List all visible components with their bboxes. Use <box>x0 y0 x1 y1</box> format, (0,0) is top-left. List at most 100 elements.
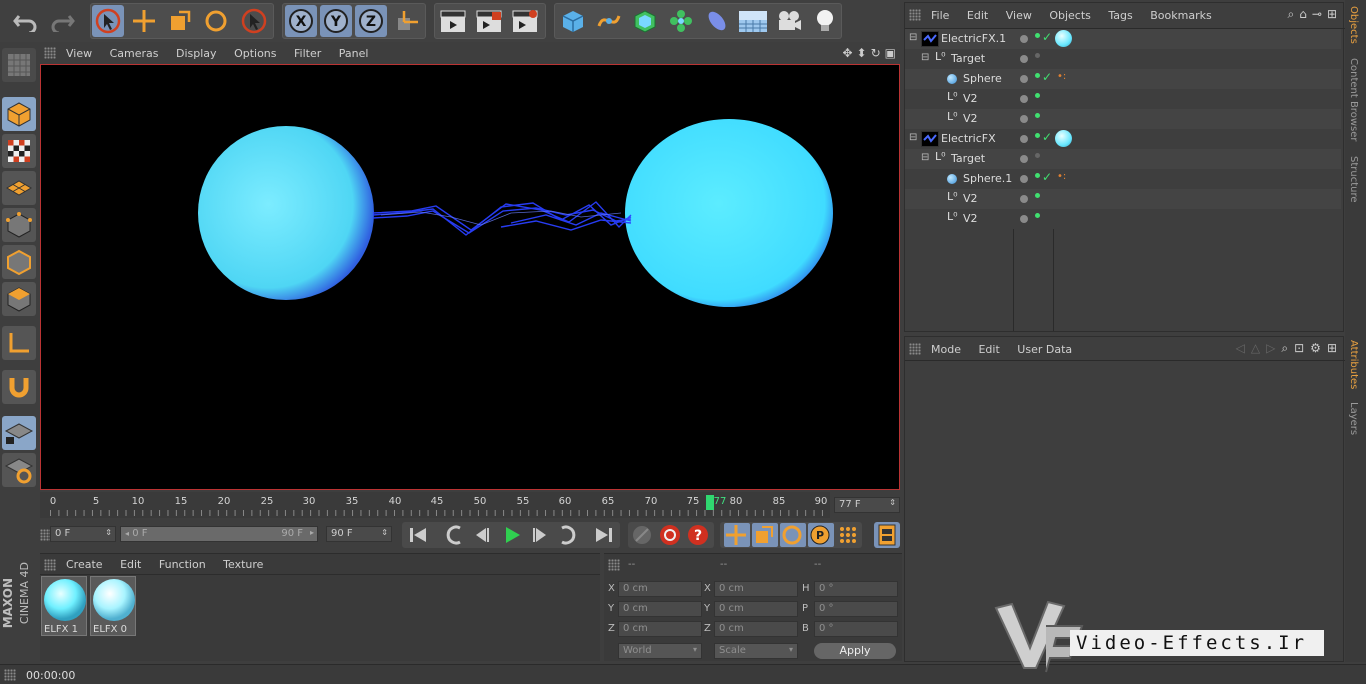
visibility-dot[interactable] <box>1020 55 1028 63</box>
points-mode-button[interactable] <box>2 208 36 242</box>
coordinate-system-button[interactable] <box>391 5 423 37</box>
next-frame-button[interactable] <box>526 523 554 547</box>
attributes-menu-mode[interactable]: Mode <box>931 343 961 356</box>
home-icon[interactable]: ⌂ <box>1299 7 1307 22</box>
visibility-dot[interactable] <box>1020 175 1028 183</box>
material-swatch[interactable]: ELFX 1 <box>41 576 87 636</box>
model-mode-button[interactable] <box>2 97 36 131</box>
mograph-button[interactable] <box>665 5 697 37</box>
last-tool-button[interactable] <box>238 5 270 37</box>
object-row-target[interactable]: ⊟ L⁰ Target <box>905 149 1341 169</box>
frame-range-slider[interactable]: ◂ 0 F 90 F ▸ <box>120 526 318 542</box>
cube-object-button[interactable] <box>557 5 589 37</box>
rotate-view-icon[interactable]: ↻ <box>871 46 881 60</box>
size-x-field[interactable]: 0 cm <box>714 581 798 597</box>
object-row-target[interactable]: ⊟ L⁰ Target <box>905 49 1341 69</box>
editor-visibility-dot[interactable] <box>1035 53 1040 58</box>
prev-frame-button[interactable] <box>468 523 496 547</box>
apply-button[interactable]: Apply <box>814 643 896 659</box>
zoom-view-icon[interactable]: ⬍ <box>857 46 867 60</box>
lock-icon[interactable]: ⊡ <box>1294 341 1304 356</box>
tab-layers[interactable]: Layers <box>1348 402 1359 435</box>
lock-workplane-button[interactable] <box>2 416 36 450</box>
viewport-menu-cameras[interactable]: Cameras <box>110 47 159 60</box>
enabled-check-icon[interactable]: ✓ <box>1042 70 1052 84</box>
tab-content-browser[interactable]: Content Browser <box>1348 58 1359 141</box>
deformer-button[interactable] <box>701 5 733 37</box>
visibility-dot[interactable] <box>1020 75 1028 83</box>
viewport-canvas[interactable] <box>40 64 900 490</box>
viewport-menu-display[interactable]: Display <box>176 47 217 60</box>
render-settings-button[interactable] <box>509 5 541 37</box>
object-row-v2[interactable]: L⁰ V2 <box>905 209 1341 229</box>
panel-grip[interactable] <box>608 559 620 571</box>
current-frame-field[interactable]: 77 F ⇕ <box>834 497 900 513</box>
object-row-electricfx1[interactable]: ⊟ ElectricFX.1 ✓ <box>905 29 1341 49</box>
attributes-menu-edit[interactable]: Edit <box>978 343 999 356</box>
collapse-icon[interactable]: ⊟ <box>921 152 929 163</box>
viewport-menu-panel[interactable]: Panel <box>339 47 369 60</box>
move-view-icon[interactable]: ✥ <box>842 46 852 60</box>
editor-visibility-dot[interactable] <box>1035 133 1040 138</box>
material-menu-function[interactable]: Function <box>159 558 206 571</box>
keyframe-selection-button[interactable]: ? <box>686 523 712 547</box>
objects-menu-view[interactable]: View <box>1006 9 1032 22</box>
viewport-menu-options[interactable]: Options <box>234 47 276 60</box>
tab-attributes[interactable]: Attributes <box>1348 340 1359 389</box>
undo-button[interactable] <box>10 5 42 37</box>
texture-mode-button[interactable] <box>2 134 36 168</box>
axis-mode-button[interactable] <box>2 326 36 360</box>
edges-mode-button[interactable] <box>2 245 36 279</box>
key-scale-button[interactable] <box>752 523 778 547</box>
camera-button[interactable] <box>773 5 805 37</box>
editor-visibility-dot[interactable] <box>1035 113 1040 118</box>
prev-key-button[interactable] <box>440 523 468 547</box>
editor-visibility-dot[interactable] <box>1035 33 1040 38</box>
goto-start-button[interactable] <box>404 523 432 547</box>
key-position-button[interactable] <box>724 523 750 547</box>
editor-visibility-dot[interactable] <box>1035 193 1040 198</box>
position-y-field[interactable]: 0 cm <box>618 601 702 617</box>
enabled-check-icon[interactable]: ✓ <box>1042 170 1052 184</box>
collapse-icon[interactable]: ⊟ <box>909 132 917 143</box>
maximize-view-icon[interactable]: ▣ <box>885 46 896 60</box>
end-frame-field[interactable]: 90 F ⇕ <box>326 526 392 542</box>
enabled-check-icon[interactable]: ✓ <box>1042 30 1052 44</box>
play-button[interactable] <box>498 523 526 547</box>
record-keys-button[interactable] <box>630 523 656 547</box>
rotate-button[interactable] <box>200 5 232 37</box>
render-view-button[interactable] <box>437 5 469 37</box>
panel-grip[interactable] <box>909 343 921 355</box>
panel-grip[interactable] <box>44 47 56 59</box>
generator-button[interactable] <box>629 5 661 37</box>
objects-menu-edit[interactable]: Edit <box>967 9 988 22</box>
objects-menu-file[interactable]: File <box>931 9 949 22</box>
live-selection-button[interactable] <box>92 5 124 37</box>
y-axis-button[interactable]: Y <box>320 5 352 37</box>
key-pla-button[interactable] <box>836 523 862 547</box>
material-menu-texture[interactable]: Texture <box>223 558 263 571</box>
visibility-dot[interactable] <box>1020 195 1028 203</box>
back-arrow-icon[interactable]: ◁ <box>1236 341 1245 356</box>
sphere-right[interactable] <box>625 119 833 307</box>
collapse-icon[interactable]: ⊟ <box>909 32 917 43</box>
start-frame-field[interactable]: 0 F ⇕ <box>50 526 116 542</box>
material-swatch[interactable]: ELFX 0 <box>90 576 136 636</box>
polygons-mode-button[interactable] <box>2 282 36 316</box>
next-key-button[interactable] <box>554 523 582 547</box>
object-row-v2[interactable]: L⁰ V2 <box>905 109 1341 129</box>
object-row-v2[interactable]: L⁰ V2 <box>905 189 1341 209</box>
z-axis-button[interactable]: Z <box>355 5 387 37</box>
position-x-field[interactable]: 0 cm <box>618 581 702 597</box>
rotation-h-field[interactable]: 0 ° <box>814 581 898 597</box>
link-icon[interactable]: ⊸ <box>1312 7 1322 22</box>
workplane-mode-button[interactable] <box>2 171 36 205</box>
timeline-window-button[interactable] <box>874 522 900 548</box>
visibility-dot[interactable] <box>1020 135 1028 143</box>
planar-workplane-button[interactable] <box>2 453 36 487</box>
visibility-dot[interactable] <box>1020 115 1028 123</box>
phong-tag-icon[interactable]: •: <box>1057 71 1066 82</box>
material-menu-create[interactable]: Create <box>66 558 103 571</box>
x-axis-button[interactable]: X <box>285 5 317 37</box>
material-tag-icon[interactable] <box>1055 130 1072 147</box>
